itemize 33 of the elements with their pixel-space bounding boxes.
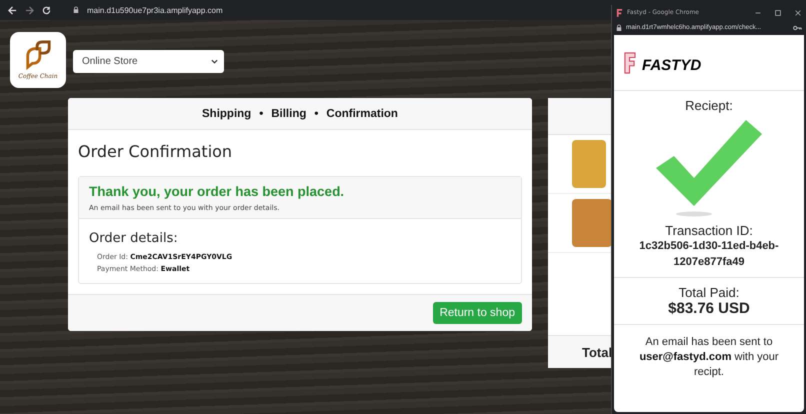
success-heading: Thank you, your order has been placed. xyxy=(89,184,346,199)
cart-total-label: Total xyxy=(582,344,612,360)
lock-icon xyxy=(616,24,622,32)
photo-placeholder xyxy=(572,140,606,188)
total-paid-amount: $83.76 USD xyxy=(667,300,751,317)
total-paid-label: Total Paid: xyxy=(678,285,740,300)
details-heading: Order details: xyxy=(89,231,179,246)
photo-placeholder xyxy=(572,199,612,247)
forward-icon[interactable] xyxy=(25,6,34,14)
reload-icon[interactable] xyxy=(42,6,51,14)
address-url[interactable]: main.d1u590ue7pr3ia.amplifyapp.com xyxy=(87,6,223,14)
chevron-down-icon xyxy=(211,59,218,64)
transaction-id: 1c32b506-1d30-11ed-b4eb-1207e877fa49 xyxy=(638,239,780,270)
back-icon[interactable] xyxy=(8,6,17,14)
f-logo-icon xyxy=(623,52,636,74)
f-logo-icon xyxy=(616,8,623,17)
transaction-label: Transaction ID: xyxy=(665,223,753,238)
lock-icon xyxy=(73,6,79,14)
receipt-label: Reciept: xyxy=(685,98,733,113)
brand-name: FASTYD xyxy=(642,57,702,74)
checkout-step[interactable]: Shipping xyxy=(202,108,252,120)
close-icon[interactable] xyxy=(794,8,802,16)
leaves-icon xyxy=(24,40,52,70)
step-separator: • xyxy=(259,108,264,120)
checkout-step[interactable]: Confirmation xyxy=(326,108,398,120)
maximize-icon[interactable] xyxy=(774,8,782,16)
page-title: Order Confirmation xyxy=(78,142,234,161)
email-note: An email has been sent to user@fastyd.com with your recipt. xyxy=(638,335,780,380)
store-select[interactable]: Online Store xyxy=(73,50,224,73)
step-separator: • xyxy=(314,108,318,120)
key-icon[interactable] xyxy=(793,24,802,30)
checkout-step[interactable]: Billing xyxy=(271,108,306,120)
checkmark-icon xyxy=(654,118,764,218)
